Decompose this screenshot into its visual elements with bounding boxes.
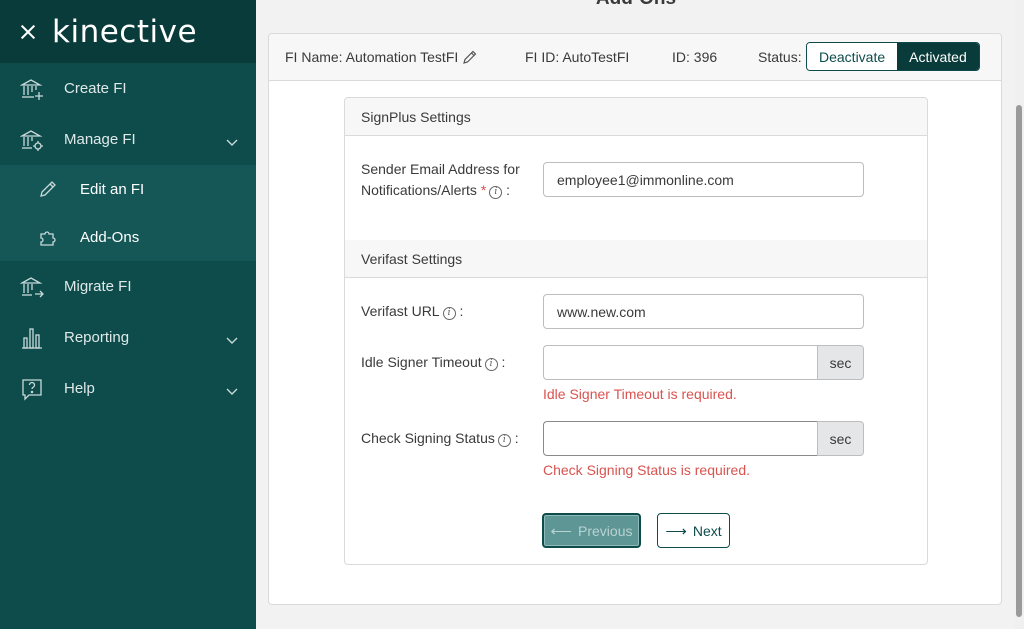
arrow-left-icon: ⟵ [550,522,573,540]
bank-gear-icon [20,128,44,152]
check-signing-row: Check Signing Status i : sec Check Signin… [345,405,927,481]
sidebar-item-label: Migrate FI [64,278,132,295]
chevron-down-icon [226,383,238,400]
info-icon[interactable]: i [442,307,456,320]
sidebar-item-label: Help [64,380,95,397]
arrow-right-icon: ⟶ [665,522,687,540]
sidebar-item-manage-fi[interactable]: Manage FI [0,114,256,165]
sender-email-row: Sender Email Address for Notifications/A… [345,136,927,240]
brand-bar: kinective [0,0,256,63]
check-signing-input[interactable] [543,421,817,456]
settings-panel: SignPlus Settings Sender Email Address f… [344,97,928,565]
next-label: Next [692,522,722,539]
label-colon: : [459,303,464,319]
idle-timeout-row: Idle Signer Timeout i : sec Idle Signer T… [345,329,927,405]
scrollbar-thumb[interactable] [1016,105,1022,617]
label-colon: : [506,182,511,198]
signplus-heading: SignPlus Settings [345,98,927,136]
info-icon[interactable]: i [484,358,498,371]
label-colon: : [501,354,506,370]
sidebar-item-add-ons[interactable]: Add-Ons [0,213,256,261]
pencil-icon [38,179,58,199]
close-icon[interactable] [18,22,38,42]
sidebar-item-migrate-fi[interactable]: Migrate FI [0,261,256,312]
previous-button[interactable]: ⟵ Previous [542,513,641,548]
sidebar-item-help[interactable]: Help [0,363,256,414]
check-signing-group: sec [543,421,864,456]
check-signing-label: Check Signing Status i : [361,428,519,449]
sidebar-item-label: Create FI [64,80,127,97]
fi-info-bar: FI Name: Automation TestFI FI ID: AutoTe… [269,34,1001,81]
idle-timeout-label-text: Idle Signer Timeout [361,354,482,370]
idle-timeout-input[interactable] [543,345,817,380]
sender-email-input[interactable]: employee1@immonline.com [543,162,864,197]
previous-label: Previous [578,522,633,539]
sidebar-item-label: Add-Ons [80,228,140,246]
info-icon[interactable]: i [489,186,503,199]
next-button[interactable]: ⟶ Next [657,513,730,548]
activated-button[interactable]: Activated [897,43,979,70]
bank-plus-icon [20,77,44,101]
fi-name-text: FI Name: Automation TestFI [285,49,459,65]
scrollbar[interactable] [1014,0,1024,629]
idle-timeout-unit: sec [817,345,864,380]
sidebar-item-label: Manage FI [64,131,136,148]
sidebar: kinective Create FI Manage FI Edit an FI… [0,0,256,629]
chevron-down-icon [226,134,238,151]
page-title: Add-Ons [256,0,1016,10]
main-content: Add-Ons FI Name: Automation TestFI FI ID… [256,0,1024,629]
sidebar-item-label: Edit an FI [80,180,145,198]
verifast-url-input[interactable]: www.new.com [543,294,864,329]
idle-timeout-error: Idle Signer Timeout is required. [543,386,737,402]
fi-number: ID: 396 [672,49,718,65]
logo: kinective [52,13,198,50]
sidebar-item-reporting[interactable]: Reporting [0,312,256,363]
required-mark: * [480,182,487,198]
check-signing-label-text: Check Signing Status [361,430,495,446]
sidebar-item-label: Reporting [64,329,130,346]
check-signing-error: Check Signing Status is required. [543,462,750,478]
check-signing-unit: sec [817,421,864,456]
info-icon[interactable]: i [497,434,511,447]
bar-chart-icon [20,326,44,350]
question-bubble-icon [20,377,44,401]
status-toggle: Deactivate Activated [806,42,980,71]
chevron-down-icon [226,332,238,349]
sender-email-label: Sender Email Address for Notifications/A… [361,159,520,201]
manage-fi-submenu: Edit an FI Add-Ons [0,165,256,261]
edit-name-icon[interactable] [462,49,478,65]
fi-id: FI ID: AutoTestFI [525,49,630,65]
sidebar-item-create-fi[interactable]: Create FI [0,63,256,114]
add-ons-card: FI Name: Automation TestFI FI ID: AutoTe… [268,33,1002,605]
sender-email-label-line1: Sender Email Address for [361,161,520,177]
idle-timeout-label: Idle Signer Timeout i : [361,352,505,373]
deactivate-button[interactable]: Deactivate [807,43,898,70]
fi-name: FI Name: Automation TestFI [285,49,478,65]
bank-arrow-icon [20,275,44,299]
sidebar-item-edit-fi[interactable]: Edit an FI [0,165,256,213]
label-colon: : [514,430,519,446]
sender-email-label-line2: Notifications/Alerts [361,182,477,198]
verifast-heading: Verifast Settings [345,240,927,278]
verifast-url-label: Verifast URL i : [361,301,463,322]
status-label: Status: [758,49,802,65]
verifast-url-label-text: Verifast URL [361,303,440,319]
verifast-url-row: Verifast URL i : www.new.com [345,278,927,329]
puzzle-icon [38,227,58,247]
idle-timeout-group: sec [543,345,864,380]
